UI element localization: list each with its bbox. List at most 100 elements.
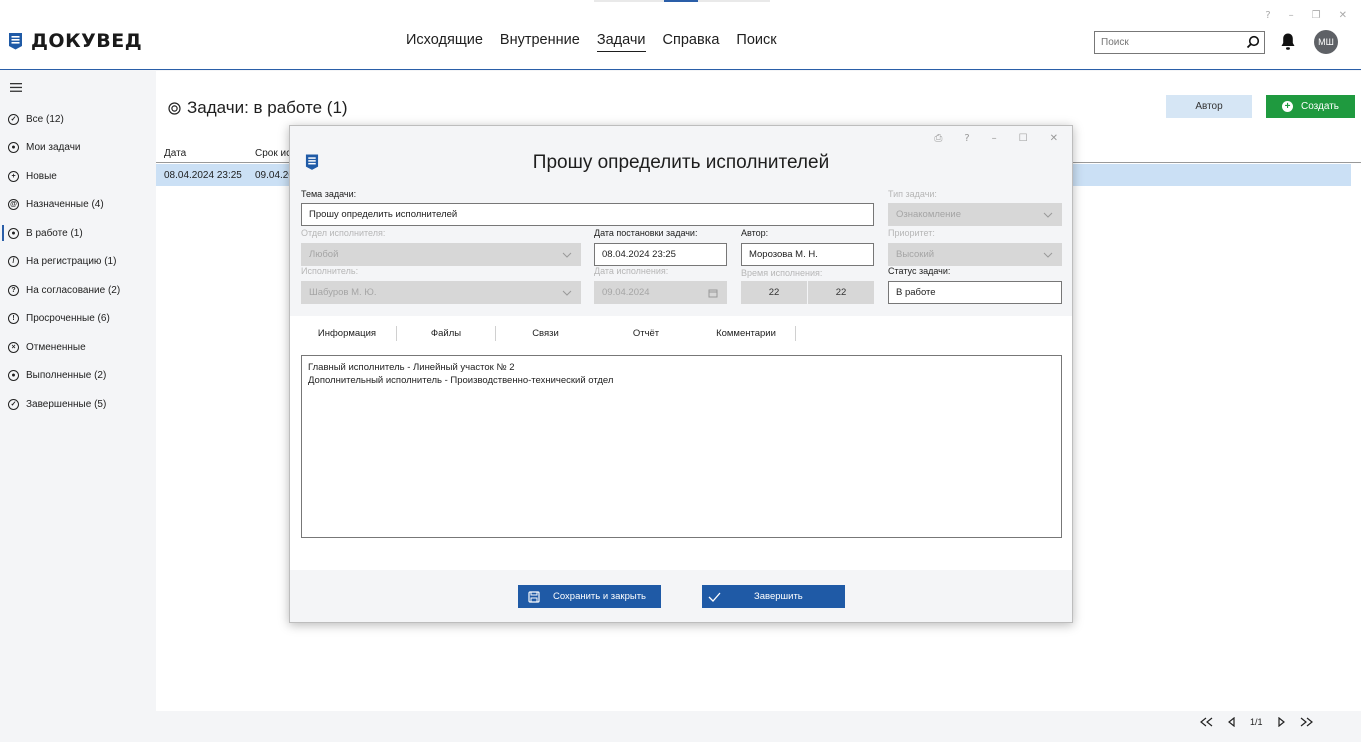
plus-icon: + <box>1281 101 1293 112</box>
tab-files[interactable]: Файлы <box>397 322 495 345</box>
author-field[interactable]: Морозова М. Н. <box>741 243 874 266</box>
close-window-button[interactable]: ✕ <box>1339 10 1347 21</box>
topic-field[interactable]: Прошу определить исполнителей <box>301 203 874 226</box>
first-page-icon[interactable] <box>1200 717 1214 727</box>
sidebar-item-new[interactable]: + Новые <box>8 168 57 184</box>
dept-value: Любой <box>309 249 339 260</box>
nav-search[interactable]: Поиск <box>736 32 776 52</box>
dialog-window-controls: ⎙ ? – ☐ ✕ <box>934 133 1058 144</box>
app-logo[interactable]: ДОКУВЕД <box>8 30 142 52</box>
next-page-icon[interactable] <box>1277 717 1285 727</box>
menu-icon[interactable] <box>10 83 22 92</box>
date-set-field[interactable]: 08.04.2024 23:25 <box>594 243 727 266</box>
save-close-label: Сохранить и закрыть <box>553 591 647 602</box>
report-textarea[interactable]: Главный исполнитель - Линейный участок №… <box>301 355 1062 538</box>
status-field[interactable]: В работе <box>888 281 1062 304</box>
checkmark-icon <box>708 592 721 602</box>
sidebar-item-approval[interactable]: ? На согласование (2) <box>8 282 120 298</box>
restore-button[interactable]: ❐ <box>1312 10 1321 21</box>
sidebar-item-done[interactable]: ● Выполненные (2) <box>8 367 106 383</box>
sidebar-item-label: Выполненные (2) <box>26 369 107 381</box>
sidebar: ✓ Все (12) ● Мои задачи + Новые @ Назначенны… <box>0 71 156 742</box>
task-type-label: Тип задачи: <box>888 189 937 199</box>
due-date-label: Дата исполнения: <box>594 266 669 276</box>
priority-label: Приоритет: <box>888 228 935 238</box>
column-header-deadline[interactable]: Срок ис <box>255 148 291 159</box>
executor-select: Шабуров М. Ю. <box>301 281 581 304</box>
tab-comments[interactable]: Комментарии <box>697 322 795 345</box>
nav-internal[interactable]: Внутренние <box>500 32 580 52</box>
report-line: Дополнительный исполнитель - Производств… <box>308 374 614 386</box>
at-circle-icon: @ <box>8 198 19 210</box>
sidebar-item-label: Завершенные (5) <box>26 398 107 410</box>
tab-report[interactable]: Отчёт <box>595 322 697 345</box>
finish-button[interactable]: Завершить <box>702 585 845 608</box>
tab-links[interactable]: Связи <box>496 322 595 345</box>
author-label: Автор: <box>741 228 769 238</box>
executor-value: Шабуров М. Ю. <box>309 287 377 298</box>
dept-select: Любой <box>301 243 581 266</box>
window-controls: ? – ❐ ✕ <box>1265 10 1347 21</box>
calendar-icon <box>708 289 718 298</box>
sidebar-item-completed[interactable]: ✓ Завершенные (5) <box>8 396 106 412</box>
dialog-help-button[interactable]: ? <box>964 133 969 144</box>
author-filter-button[interactable]: Автор <box>1166 95 1252 118</box>
help-window-button[interactable]: ? <box>1265 10 1270 21</box>
page-title: Задачи: в работе (1) <box>168 98 348 118</box>
chevron-down-icon <box>562 252 572 258</box>
due-minute-field: 22 <box>808 281 874 304</box>
tab-info[interactable]: Информация <box>298 322 396 345</box>
create-button[interactable]: + Создать <box>1266 95 1355 118</box>
sidebar-item-in-progress[interactable]: ● В работе (1) <box>8 225 83 241</box>
task-type-select: Ознакомление <box>888 203 1062 226</box>
dialog-maximize-button[interactable]: ☐ <box>1019 133 1028 144</box>
app-header: ДОКУВЕД Исходящие Внутренние Задачи Спра… <box>0 0 1361 70</box>
minimize-button[interactable]: – <box>1289 10 1294 21</box>
nav-help[interactable]: Справка <box>663 32 720 52</box>
bell-icon[interactable] <box>1280 32 1296 51</box>
chevron-down-icon <box>1043 252 1053 258</box>
sidebar-item-cancelled[interactable]: × Отмененные <box>8 339 86 355</box>
sidebar-item-registration[interactable]: / На регистрацию (1) <box>8 253 116 269</box>
search-input[interactable] <box>1095 32 1235 53</box>
check-circle-icon: ✓ <box>8 113 19 125</box>
date-set-label: Дата постановки задачи: <box>594 228 698 238</box>
sidebar-item-label: На регистрацию (1) <box>26 255 117 267</box>
dialog-close-button[interactable]: ✕ <box>1050 133 1058 144</box>
prev-page-icon[interactable] <box>1228 717 1236 727</box>
priority-value: Высокий <box>896 249 935 260</box>
save-close-button[interactable]: Сохранить и закрыть <box>518 585 661 608</box>
sidebar-item-my-tasks[interactable]: ● Мои задачи <box>8 139 81 155</box>
sidebar-item-overdue[interactable]: ! Просроченные (6) <box>8 310 110 326</box>
search-icon[interactable] <box>1246 35 1260 49</box>
dept-label: Отдел исполнителя: <box>301 228 386 238</box>
sidebar-item-all[interactable]: ✓ Все (12) <box>8 111 64 127</box>
column-header-date[interactable]: Дата <box>164 148 186 159</box>
task-type-value: Ознакомление <box>896 209 962 220</box>
pagination: 1/1 <box>1200 717 1313 727</box>
nav-outgoing[interactable]: Исходящие <box>406 32 483 52</box>
person-circle-icon: ● <box>8 141 19 153</box>
print-button[interactable]: ⎙ <box>934 133 942 144</box>
dot-circle-icon: ● <box>8 227 19 239</box>
due-date-value: 09.04.2024 <box>602 287 650 298</box>
finish-label: Завершить <box>754 591 803 602</box>
sidebar-item-label: В работе (1) <box>26 227 83 239</box>
status-label: Статус задачи: <box>888 266 951 276</box>
plus-circle-icon: + <box>8 170 19 182</box>
due-time-label: Время исполнения: <box>741 268 823 278</box>
dialog-minimize-button[interactable]: – <box>992 133 997 144</box>
last-page-icon[interactable] <box>1299 717 1313 727</box>
sidebar-item-label: Мои задачи <box>26 141 81 153</box>
sidebar-item-assigned[interactable]: @ Назначенные (4) <box>8 196 104 212</box>
filled-circle-icon: ● <box>8 369 19 381</box>
check-circle-icon: ✓ <box>8 398 19 410</box>
tab-divider <box>795 326 796 341</box>
pen-circle-icon: / <box>8 255 19 267</box>
task-dialog: ⎙ ? – ☐ ✕ Прошу определить исполнителей … <box>289 125 1073 623</box>
topic-label: Тема задачи: <box>301 189 357 199</box>
sidebar-active-indicator <box>2 225 4 241</box>
nav-tasks[interactable]: Задачи <box>596 32 646 52</box>
avatar[interactable]: МШ <box>1314 30 1338 54</box>
executor-label: Исполнитель: <box>301 266 359 276</box>
